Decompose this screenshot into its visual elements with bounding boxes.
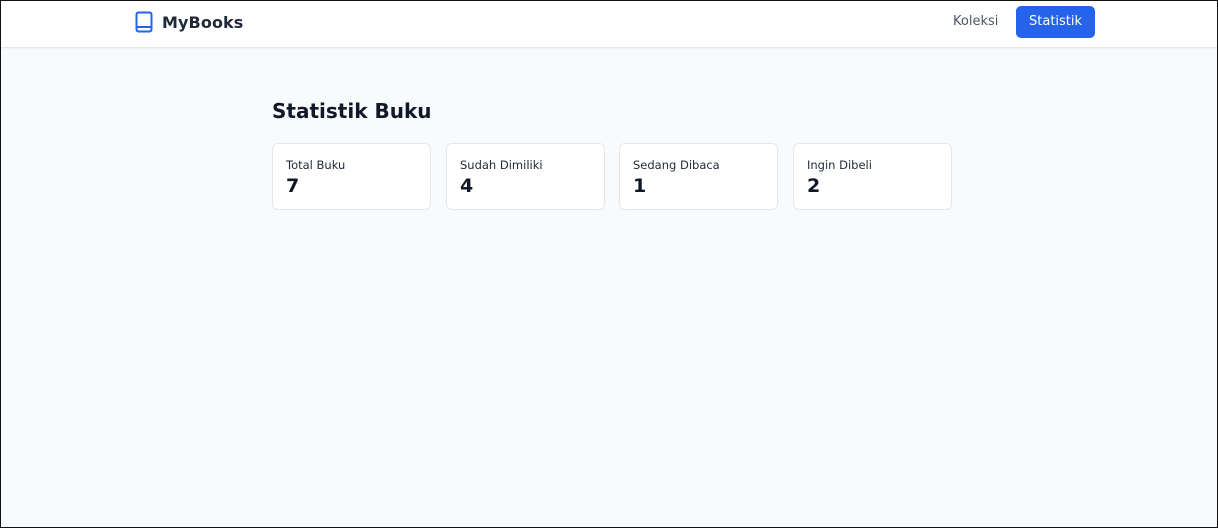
stat-value: 2: [807, 175, 821, 197]
stat-label: Ingin Dibeli: [807, 158, 872, 172]
page-title: Statistik Buku: [272, 99, 432, 123]
navbar: MyBooks Koleksi Statistik: [1, 1, 1217, 48]
stat-card-sedang-dibaca: Sedang Dibaca 1: [619, 143, 778, 210]
stat-label: Total Buku: [286, 158, 346, 172]
app-window: MyBooks Koleksi Statistik Statistik Buku…: [0, 0, 1218, 528]
stat-label: Sudah Dimiliki: [460, 158, 543, 172]
stats-grid: Total Buku 7 Sudah Dimiliki 4 Sedang Dib…: [272, 143, 956, 213]
brand-name: MyBooks: [162, 12, 244, 32]
book-icon: [134, 11, 154, 33]
stat-card-total-buku: Total Buku 7: [272, 143, 431, 210]
stat-value: 4: [460, 175, 474, 197]
nav-statistik-link[interactable]: Statistik: [1016, 6, 1096, 38]
stat-value: 1: [633, 175, 647, 197]
stat-card-sudah-dimiliki: Sudah Dimiliki 4: [446, 143, 605, 210]
stat-label: Sedang Dibaca: [633, 158, 720, 172]
stat-card-ingin-dibeli: Ingin Dibeli 2: [793, 143, 952, 210]
main-content: Statistik Buku Total Buku 7 Sudah Dimili…: [272, 97, 956, 210]
brand-link[interactable]: MyBooks: [134, 10, 243, 34]
nav-koleksi-link[interactable]: Koleksi: [940, 6, 1011, 38]
stat-value: 7: [286, 175, 300, 197]
